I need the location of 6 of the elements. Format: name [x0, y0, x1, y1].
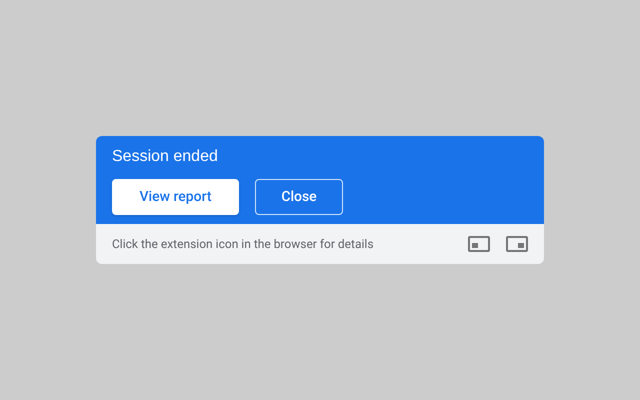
dialog-title: Session ended	[112, 147, 219, 167]
dock-left-icon[interactable]	[468, 236, 490, 252]
dock-right-icon[interactable]	[506, 236, 528, 252]
footer-hint: Click the extension icon in the browser for details	[112, 236, 375, 253]
close-button[interactable]: Close	[255, 179, 343, 215]
view-report-button[interactable]: View report	[112, 179, 239, 215]
